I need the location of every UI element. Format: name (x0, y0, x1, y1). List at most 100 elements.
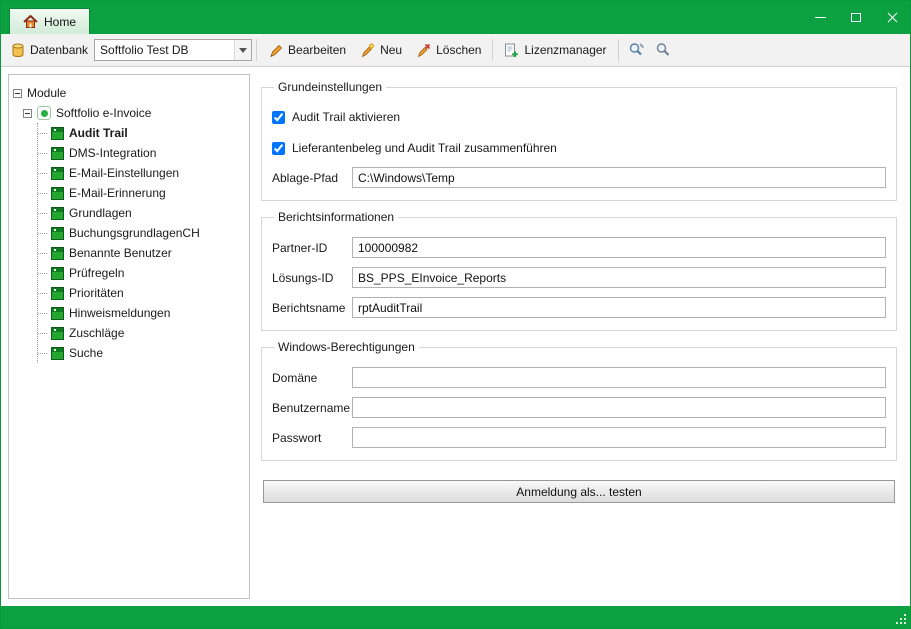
windows-berechtigungen-legend: Windows-Berechtigungen (274, 340, 419, 354)
audit-trail-aktivieren-row: Audit Trail aktivieren (272, 107, 886, 127)
maximize-icon (851, 13, 861, 22)
loesungs-id-row: Lösungs-ID (272, 267, 886, 288)
chevron-down-icon (239, 48, 247, 53)
close-button[interactable] (874, 4, 910, 32)
loesungs-id-label: Lösungs-ID (272, 271, 352, 285)
maximize-button[interactable] (838, 4, 874, 32)
ablage-pfad-row: Ablage-Pfad (272, 167, 886, 188)
tree-node-softfolio-e-invoice-label: Softfolio e-Invoice (56, 106, 151, 120)
neu-label: Neu (380, 43, 402, 57)
module-icon (51, 267, 64, 280)
lizenzmanager-button[interactable]: Lizenzmanager (497, 39, 613, 62)
e-invoice-icon (37, 106, 51, 120)
tree-item-label: E-Mail-Einstellungen (69, 166, 179, 180)
tree-children: Audit Trail DMS-Integration E-Mail-Einst… (37, 123, 245, 363)
tree-item-prioritaeten[interactable]: Prioritäten (38, 283, 245, 303)
search-settings-button[interactable] (623, 38, 650, 62)
module-icon (51, 347, 64, 360)
module-icon (51, 247, 64, 260)
loeschen-label: Löschen (436, 43, 481, 57)
database-select[interactable]: Softfolio Test DB (94, 39, 252, 61)
tree-item-zuschlaege[interactable]: Zuschläge (38, 323, 245, 343)
tree-node-module-label: Module (27, 86, 66, 100)
berichtsinformationen-legend: Berichtsinformationen (274, 210, 398, 224)
tree-item-label: Prüfregeln (69, 266, 124, 280)
tree-item-suche[interactable]: Suche (38, 343, 245, 363)
tree-item-label: Grundlagen (69, 206, 132, 220)
tree-item-hinweismeldungen[interactable]: Hinweismeldungen (38, 303, 245, 323)
grundeinstellungen-legend: Grundeinstellungen (274, 80, 386, 94)
tree-item-email-einstellungen[interactable]: E-Mail-Einstellungen (38, 163, 245, 183)
module-icon (51, 187, 64, 200)
bearbeiten-button[interactable]: Bearbeiten (261, 39, 353, 62)
tree-item-grundlagen[interactable]: Grundlagen (38, 203, 245, 223)
lizenzmanager-label: Lizenzmanager (524, 43, 606, 57)
loesungs-id-input[interactable] (352, 267, 886, 288)
minimize-button[interactable] (802, 4, 838, 32)
passwort-input[interactable] (352, 427, 886, 448)
tree-item-audit-trail[interactable]: Audit Trail (38, 123, 245, 143)
partner-id-label: Partner-ID (272, 241, 352, 255)
resize-grip[interactable] (904, 622, 906, 624)
partner-id-row: Partner-ID (272, 237, 886, 258)
datenbank-label-group: Datenbank (7, 43, 92, 58)
tree-node-softfolio-e-invoice[interactable]: Softfolio e-Invoice (23, 103, 245, 123)
benutzername-input[interactable] (352, 397, 886, 418)
tree-item-buchungsgrundlagen-ch[interactable]: BuchungsgrundlagenCH (38, 223, 245, 243)
tree-item-dms-integration[interactable]: DMS-Integration (38, 143, 245, 163)
home-icon (23, 15, 38, 28)
loeschen-button[interactable]: Löschen (409, 39, 488, 62)
search-wrench-icon (628, 42, 645, 58)
collapse-icon[interactable] (23, 109, 32, 118)
ablage-pfad-label: Ablage-Pfad (272, 171, 352, 185)
module-icon (51, 167, 64, 180)
tree-item-email-erinnerung[interactable]: E-Mail-Erinnerung (38, 183, 245, 203)
bearbeiten-label: Bearbeiten (288, 43, 346, 57)
tree-item-label: Audit Trail (69, 126, 128, 140)
domaene-label: Domäne (272, 371, 352, 385)
module-icon (51, 207, 64, 220)
berichtsname-row: Berichtsname (272, 297, 886, 318)
module-icon (51, 327, 64, 340)
tree-item-benannte-benutzer[interactable]: Benannte Benutzer (38, 243, 245, 263)
titlebar: Home (1, 1, 910, 34)
module-icon (51, 127, 64, 140)
tree-item-label: Suche (69, 346, 103, 360)
tree-item-pruefregeln[interactable]: Prüfregeln (38, 263, 245, 283)
tree-node-module[interactable]: Module (13, 83, 245, 103)
partner-id-input[interactable] (352, 237, 886, 258)
tree-item-label: DMS-Integration (69, 146, 156, 160)
zusammenfuehren-row: Lieferantenbeleg und Audit Trail zusamme… (272, 138, 886, 158)
tab-home[interactable]: Home (9, 8, 90, 34)
audit-trail-aktivieren-checkbox[interactable] (272, 111, 285, 124)
berichtsinformationen-group: Berichtsinformationen Partner-ID Lösungs… (261, 210, 897, 331)
domaene-input[interactable] (352, 367, 886, 388)
collapse-icon[interactable] (13, 89, 22, 98)
tree-item-label: E-Mail-Erinnerung (69, 186, 166, 200)
statusbar (1, 606, 910, 628)
search-button[interactable] (650, 38, 676, 62)
neu-button[interactable]: Neu (353, 39, 409, 62)
toolbar-separator (618, 39, 619, 61)
zusammenfuehren-checkbox[interactable] (272, 142, 285, 155)
close-icon (887, 12, 898, 23)
database-select-value: Softfolio Test DB (95, 43, 234, 57)
home-tab-label: Home (44, 15, 76, 29)
toolbar-separator (492, 39, 493, 61)
settings-panel: Grundeinstellungen Audit Trail aktiviere… (257, 74, 903, 599)
database-select-dropdown-button[interactable] (234, 40, 251, 60)
tree-item-label: Prioritäten (69, 286, 124, 300)
module-icon (51, 147, 64, 160)
tree-item-label: Hinweismeldungen (69, 306, 170, 320)
anmeldung-testen-button[interactable]: Anmeldung als... testen (263, 480, 895, 503)
module-icon (51, 307, 64, 320)
domaene-row: Domäne (272, 367, 886, 388)
delete-icon (416, 43, 431, 58)
window-controls (802, 1, 910, 34)
audit-trail-aktivieren-label: Audit Trail aktivieren (292, 110, 400, 124)
module-icon (51, 227, 64, 240)
main-area: Module Softfolio e-Invoice Audit Trail D… (1, 67, 910, 606)
ablage-pfad-input[interactable] (352, 167, 886, 188)
berichtsname-input[interactable] (352, 297, 886, 318)
module-icon (51, 287, 64, 300)
